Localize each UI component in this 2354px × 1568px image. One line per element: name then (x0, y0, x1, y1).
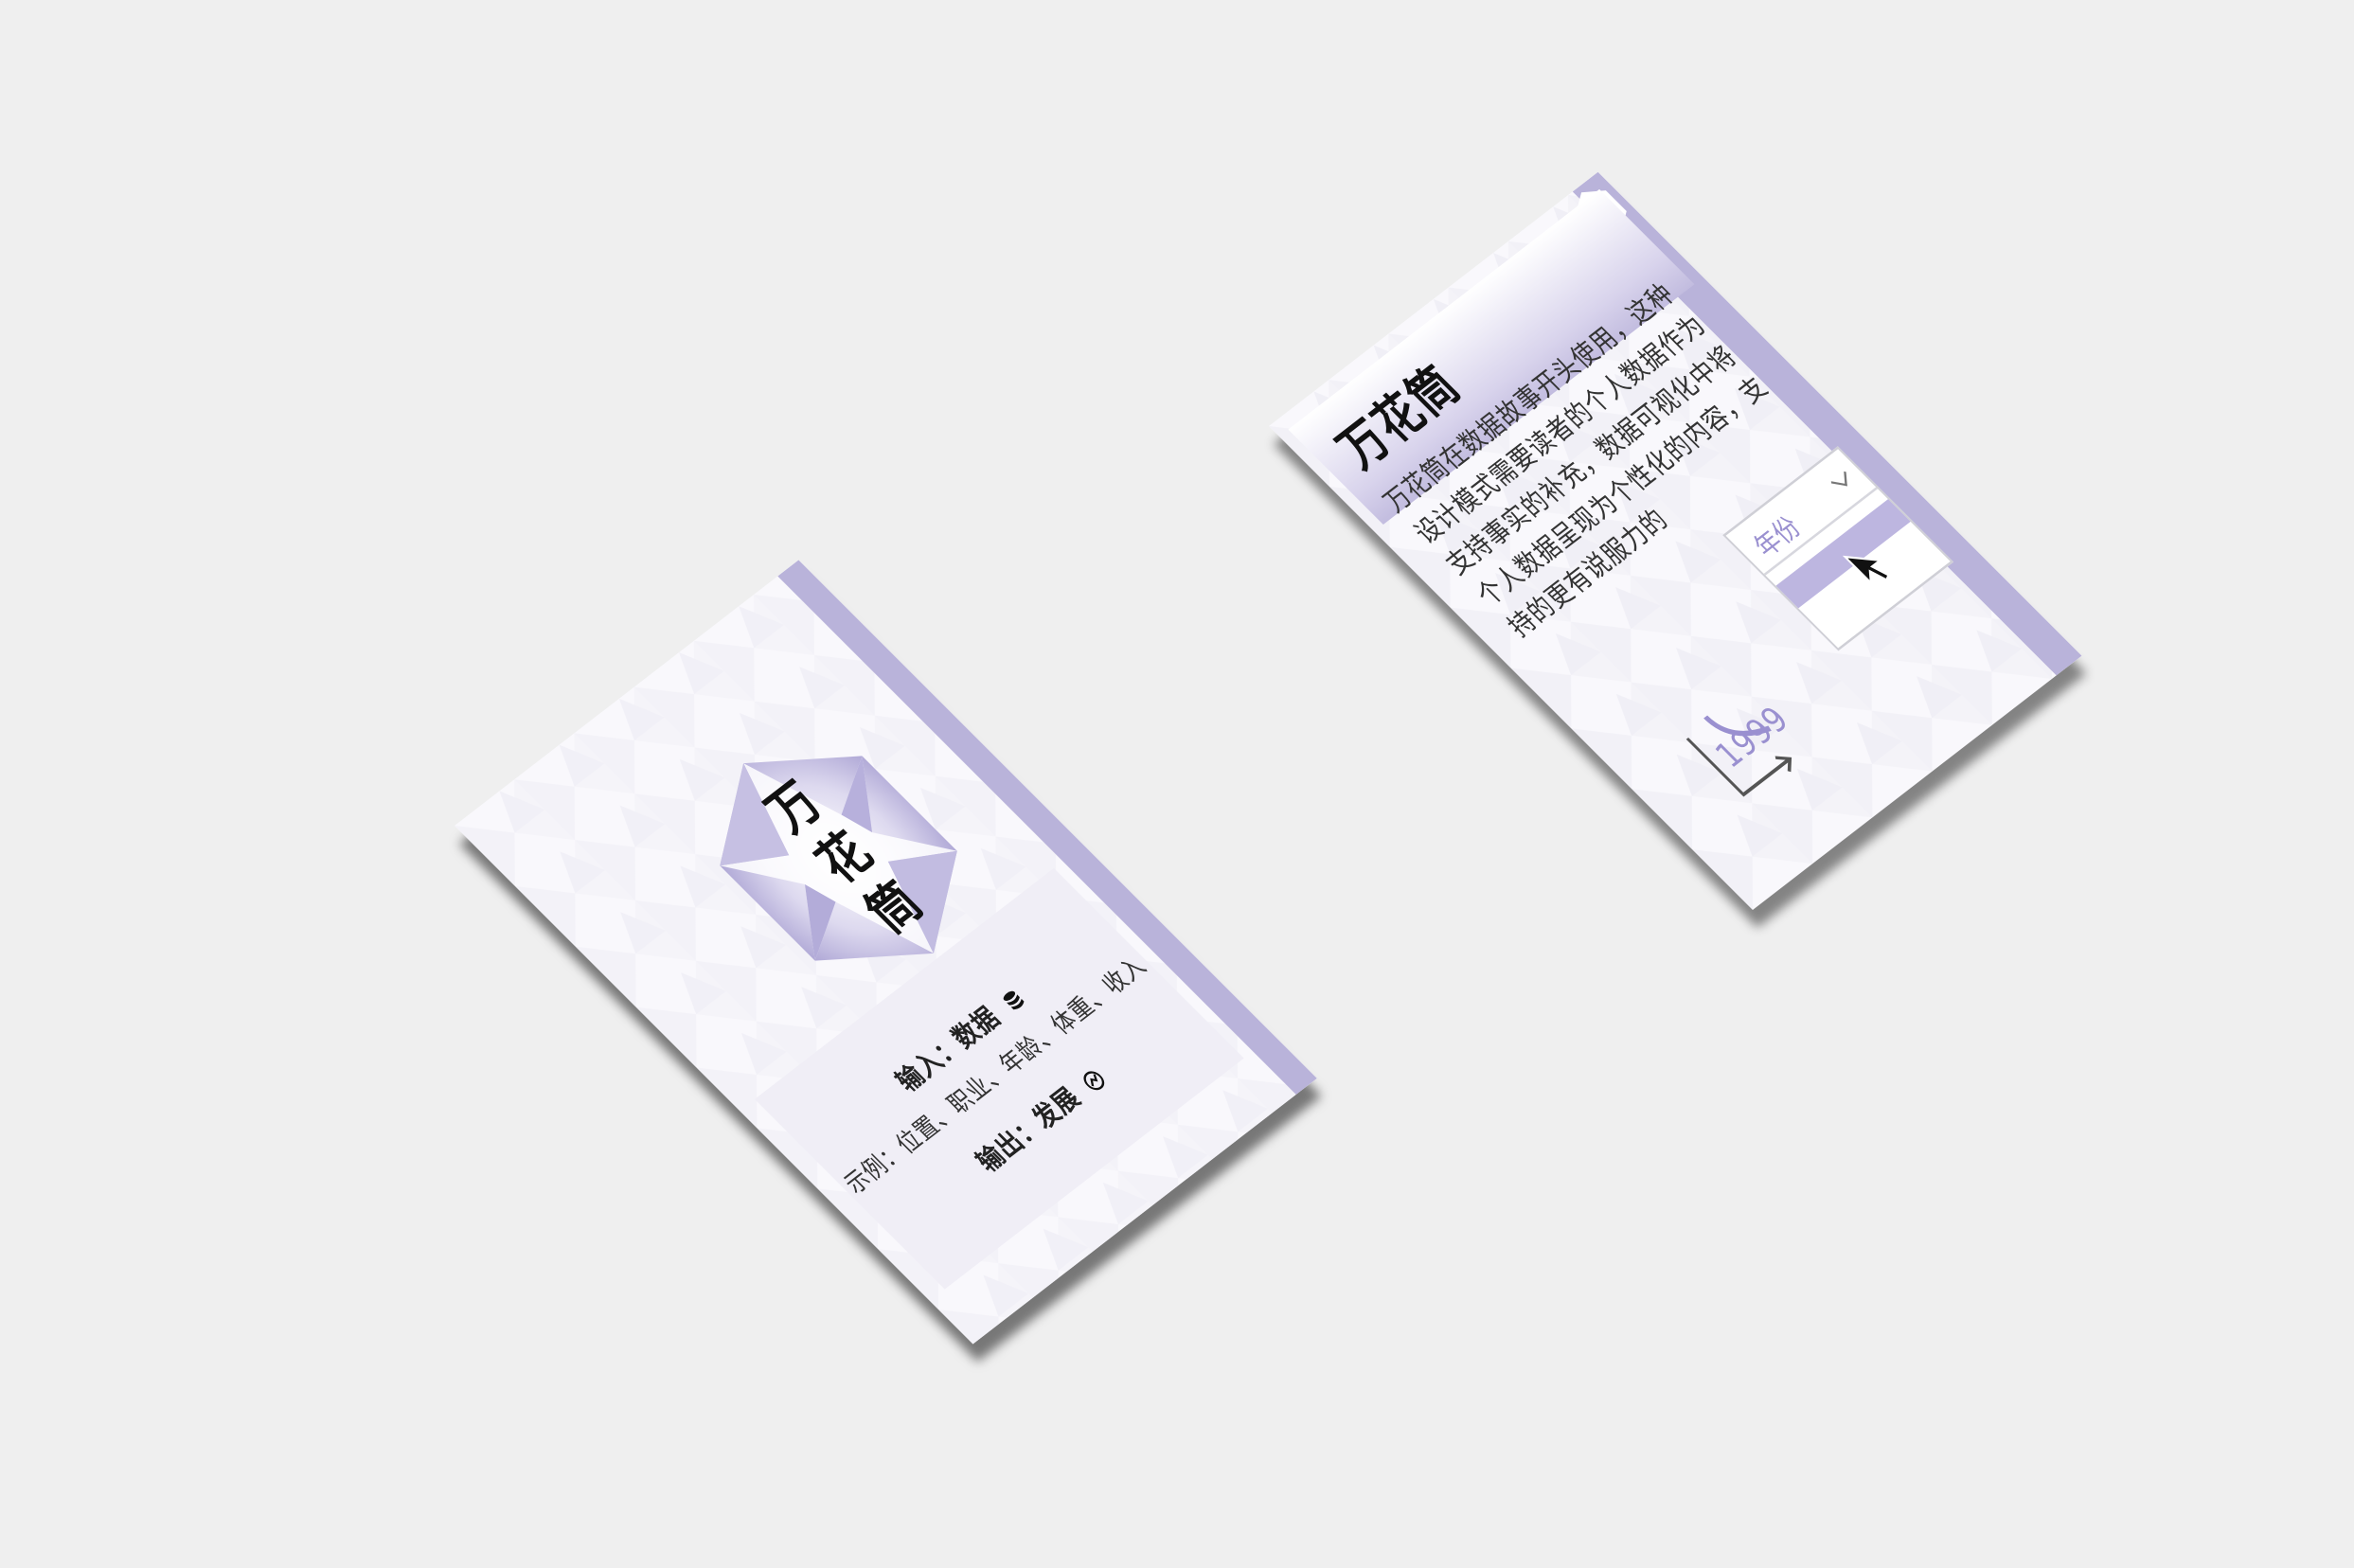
development-icon (1083, 1071, 1105, 1091)
dropdown-selected-label: 年份 (1747, 510, 1808, 563)
chevron-down-icon[interactable] (1829, 469, 1847, 487)
info-card: 万花筒 万花筒在数据故事开头使用，这种设计模式需要读者的个人数据作为支持事实的补… (1269, 171, 2082, 911)
cover-card: 万 花 筒 输入：数据 示例：位置、职业、年龄、体重、收入 输出：发展 (455, 560, 1317, 1345)
mockup-scene: 万花筒 万花筒在数据故事开头使用，这种设计模式需要读者的个人数据作为支持事实的补… (0, 0, 2354, 1568)
database-icon (1003, 990, 1025, 1010)
